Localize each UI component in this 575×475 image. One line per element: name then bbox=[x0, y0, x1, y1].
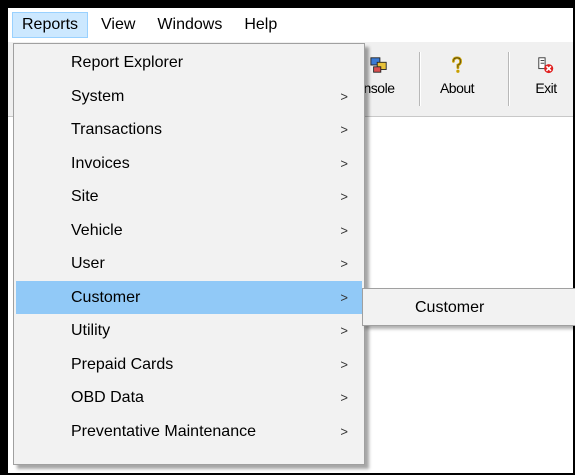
menu-item-utility[interactable]: Utility > bbox=[16, 314, 362, 347]
menu-view[interactable]: View bbox=[92, 12, 144, 38]
menu-item-user[interactable]: User > bbox=[16, 247, 362, 280]
submenu-arrow-icon: > bbox=[340, 424, 348, 439]
submenu-arrow-icon: > bbox=[340, 390, 348, 405]
submenu-arrow-icon: > bbox=[340, 256, 348, 271]
menu-item-system[interactable]: System > bbox=[16, 80, 362, 113]
menu-item-label: Report Explorer bbox=[71, 54, 184, 71]
menu-bar: Reports View Windows Help bbox=[8, 8, 573, 42]
menu-item-label: Utility bbox=[71, 322, 111, 339]
menu-item-label: OBD Data bbox=[71, 389, 144, 406]
submenu-arrow-icon: > bbox=[340, 156, 348, 171]
submenu-arrow-icon: > bbox=[340, 89, 348, 104]
menu-reports[interactable]: Reports bbox=[12, 12, 89, 38]
menu-item-label: Customer bbox=[71, 289, 141, 306]
exit-icon bbox=[538, 57, 554, 74]
menu-help[interactable]: Help bbox=[235, 12, 286, 38]
menu-item-obd-data[interactable]: OBD Data > bbox=[16, 381, 362, 414]
exit-button[interactable]: Exit bbox=[520, 50, 572, 108]
console-label: nsole bbox=[363, 80, 395, 96]
menu-item-preventative-maintenance[interactable]: Preventative Maintenance > bbox=[16, 415, 362, 448]
about-label: About bbox=[439, 80, 475, 96]
menu-item-label: Preventative Maintenance bbox=[71, 423, 256, 440]
menu-item-vehicle[interactable]: Vehicle > bbox=[16, 214, 362, 247]
about-button[interactable]: About bbox=[431, 50, 483, 108]
menu-item-label: Prepaid Cards bbox=[71, 356, 174, 373]
menu-item-label: Vehicle bbox=[71, 222, 123, 239]
question-mark-icon bbox=[452, 56, 462, 73]
menu-item-customer[interactable]: Customer > bbox=[16, 281, 362, 314]
menu-item-label: Site bbox=[71, 188, 99, 205]
console-icon bbox=[370, 57, 387, 73]
menu-item-transactions[interactable]: Transactions > bbox=[16, 113, 362, 146]
exit-label: Exit bbox=[535, 80, 557, 96]
menu-item-label: Transactions bbox=[71, 121, 162, 138]
submenu-arrow-icon: > bbox=[340, 357, 348, 372]
menu-item-label: System bbox=[71, 88, 125, 105]
menu-windows[interactable]: Windows bbox=[148, 12, 231, 38]
submenu-arrow-icon: > bbox=[340, 122, 348, 137]
submenu-arrow-icon: > bbox=[340, 290, 348, 305]
menu-item-label: User bbox=[71, 255, 105, 272]
menu-item-label: Invoices bbox=[71, 155, 130, 172]
submenu-arrow-icon: > bbox=[340, 189, 348, 204]
menu-item-report-explorer[interactable]: Report Explorer bbox=[16, 46, 362, 79]
submenu-arrow-icon: > bbox=[340, 323, 348, 338]
menu-item-prepaid-cards[interactable]: Prepaid Cards > bbox=[16, 348, 362, 381]
menu-item-site[interactable]: Site > bbox=[16, 180, 362, 213]
toolbar-separator bbox=[419, 52, 421, 106]
reports-dropdown-menu: Report Explorer System > Transactions > … bbox=[13, 43, 365, 465]
customer-submenu: Customer bbox=[362, 288, 575, 326]
toolbar-separator bbox=[508, 52, 510, 106]
submenu-item-label: Customer bbox=[415, 299, 485, 316]
menu-item-invoices[interactable]: Invoices > bbox=[16, 147, 362, 180]
submenu-item-customer[interactable]: Customer bbox=[363, 291, 575, 324]
submenu-arrow-icon: > bbox=[340, 223, 348, 238]
